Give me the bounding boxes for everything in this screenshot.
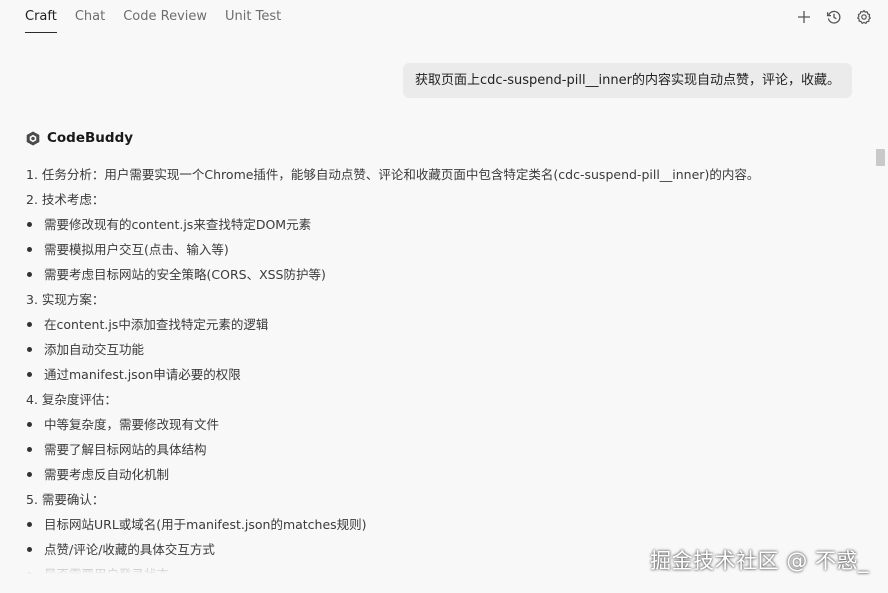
list-item: 中等复杂度，需要修改现有文件: [26, 412, 866, 437]
list-item: 需要模拟用户交互(点击、输入等): [26, 237, 866, 262]
list-item: 需要了解目标网站的具体结构: [26, 437, 866, 462]
scrollbar[interactable]: [874, 140, 888, 560]
plus-icon[interactable]: [794, 7, 814, 27]
list-item: 需要考虑目标网站的安全策略(CORS、XSS防护等): [26, 262, 866, 287]
assistant-response: 1. 任务分析：用户需要实现一个Chrome插件，能够自动点赞、评论和收藏页面中…: [26, 162, 866, 574]
tab-chat[interactable]: Chat: [75, 0, 105, 33]
list-item: 在content.js中添加查找特定元素的逻辑: [26, 312, 866, 337]
toolbar-actions: [784, 7, 874, 27]
list-item: 需要修改现有的content.js来查找特定DOM元素: [26, 212, 866, 237]
response-line: 2. 技术考虑：: [26, 192, 105, 207]
list-item: 通过manifest.json申请必要的权限: [26, 362, 866, 387]
scrollbar-thumb[interactable]: [876, 149, 885, 166]
response-line: 1. 任务分析：用户需要实现一个Chrome插件，能够自动点赞、评论和收藏页面中…: [26, 167, 760, 182]
assistant-header: CodeBuddy: [26, 130, 133, 146]
codebuddy-logo-icon: [26, 131, 40, 146]
settings-icon[interactable]: [854, 7, 874, 27]
top-bar: Craft Chat Code Review Unit Test: [0, 0, 888, 36]
tab-bar: Craft Chat Code Review Unit Test: [25, 0, 299, 33]
list-item: 目标网站URL或域名(用于manifest.json的matches规则): [26, 512, 866, 537]
response-line: 5. 需要确认：: [26, 492, 105, 507]
list-item: 需要考虑反自动化机制: [26, 462, 866, 487]
tab-craft[interactable]: Craft: [25, 0, 57, 33]
watermark: 掘金技术社区 @ 不惑_: [650, 549, 869, 573]
response-line: 3. 实现方案：: [26, 292, 105, 307]
tab-unit-test[interactable]: Unit Test: [225, 0, 281, 33]
response-line: 4. 复杂度评估：: [26, 392, 117, 407]
list-item: 添加自动交互功能: [26, 337, 866, 362]
user-message-bubble: 获取页面上cdc-suspend-pill__inner的内容实现自动点赞，评论…: [403, 63, 852, 98]
assistant-name: CodeBuddy: [47, 130, 134, 146]
history-icon[interactable]: [824, 7, 844, 27]
tab-code-review[interactable]: Code Review: [123, 0, 207, 33]
